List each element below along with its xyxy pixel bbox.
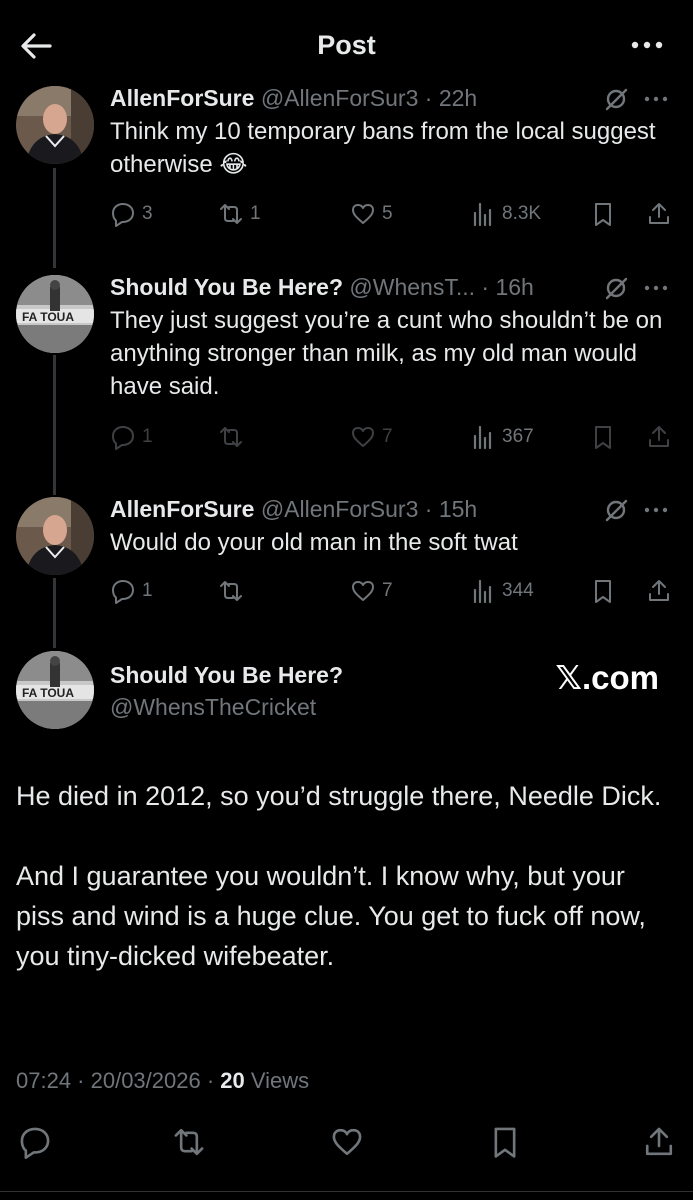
views-icon — [473, 202, 492, 227]
retweet-button[interactable] — [218, 576, 250, 606]
views-button[interactable]: 8.3K — [470, 199, 541, 229]
tweet-header: AllenForSure @AllenForSur3 · 15h — [110, 494, 477, 524]
bookmark-icon — [595, 426, 611, 449]
author-handle[interactable]: @AllenForSur3 — [261, 496, 419, 522]
tweet-text: They just suggest you’re a cunt who shou… — [110, 307, 663, 400]
main-tweet-text: He died in 2012, so you’d struggle there… — [16, 776, 679, 1016]
reply-icon[interactable] — [18, 1125, 52, 1159]
post-time: · 15h — [424, 496, 478, 522]
retweet-icon — [220, 581, 242, 601]
reply-count: 1 — [142, 426, 153, 447]
share-icon — [649, 426, 669, 447]
avatar[interactable] — [16, 497, 94, 575]
x-watermark: 𝕏.com — [555, 659, 659, 696]
tweet-header: Should You Be Here? @WhensT... · 16h — [110, 272, 534, 302]
share-button[interactable] — [646, 199, 672, 229]
heart-icon[interactable] — [330, 1125, 364, 1159]
heart-icon — [352, 204, 374, 224]
reply-button[interactable]: 1 — [110, 422, 153, 452]
post-time: · 16h — [481, 274, 534, 300]
share-icon — [649, 203, 669, 224]
tweet-text: Would do your old man in the soft twat — [110, 529, 518, 556]
author-handle[interactable]: @WhensT... — [349, 274, 475, 300]
reply-count: 3 — [142, 203, 153, 224]
page-title: Post — [317, 30, 376, 60]
top-bar: Post — [0, 0, 693, 90]
views-count: 8.3K — [502, 203, 542, 224]
post-time: · 22h — [424, 85, 478, 111]
retweet-count: 1 — [250, 203, 261, 224]
bookmark-button[interactable] — [590, 576, 616, 606]
like-count: 7 — [382, 426, 393, 447]
like-button[interactable]: 5 — [350, 199, 393, 229]
share-icon[interactable] — [642, 1125, 676, 1159]
like-button[interactable]: 7 — [350, 422, 393, 452]
retweet-button[interactable] — [218, 422, 250, 452]
bookmark-icon — [595, 580, 611, 603]
avatar[interactable]: FA TOUA — [16, 651, 94, 729]
like-count: 7 — [382, 580, 393, 601]
paragraph: And I guarantee you wouldn’t. I know why… — [16, 861, 646, 971]
reply-count: 1 — [142, 580, 153, 601]
like-count: 5 — [382, 203, 393, 224]
retweet-icon — [220, 204, 242, 224]
bookmark-icon[interactable] — [488, 1125, 522, 1159]
views-number: 20 — [220, 1068, 245, 1093]
like-button[interactable]: 7 — [350, 576, 393, 606]
svg-text:FA TOUA: FA TOUA — [22, 310, 74, 324]
tweet-text: Think my 10 temporary bans from the loca… — [110, 118, 656, 178]
reply-tweet[interactable]: FA TOUA Should You Be Here? @WhensT... ·… — [0, 272, 693, 457]
reply-icon — [112, 203, 134, 227]
grok-icon[interactable] — [603, 86, 629, 112]
views-icon — [473, 579, 492, 604]
author-name[interactable]: AllenForSure — [110, 496, 254, 522]
heart-icon — [352, 427, 374, 447]
timestamp-text: 07:24 · 20/03/2026 · — [16, 1068, 221, 1093]
author-name[interactable]: Should You Be Here? — [110, 662, 343, 689]
reply-icon — [112, 580, 134, 604]
views-icon — [473, 425, 492, 450]
divider — [0, 1191, 693, 1192]
bookmark-button[interactable] — [590, 199, 616, 229]
reply-button[interactable]: 3 — [110, 199, 153, 229]
share-button[interactable] — [646, 576, 672, 606]
views-button[interactable]: 367 — [470, 422, 534, 452]
paragraph: He died in 2012, so you’d struggle there… — [16, 781, 662, 811]
reply-icon — [112, 426, 134, 450]
views-button[interactable]: 344 — [470, 576, 534, 606]
grok-icon[interactable] — [603, 275, 629, 301]
author-name[interactable]: Should You Be Here? — [110, 274, 343, 300]
tweet-header: AllenForSure @AllenForSur3 · 22h — [110, 83, 477, 113]
reply-tweet[interactable]: AllenForSure @AllenForSur3 · 22h Think m… — [0, 83, 693, 243]
retweet-button[interactable]: 1 — [218, 199, 261, 229]
retweet-icon[interactable] — [172, 1125, 206, 1159]
author-handle[interactable]: @WhensTheCricket — [110, 694, 316, 721]
heart-icon — [352, 581, 374, 601]
views-label: Views — [244, 1068, 310, 1093]
author-handle[interactable]: @AllenForSur3 — [261, 85, 419, 111]
more-icon[interactable] — [641, 275, 671, 301]
reply-tweet[interactable]: AllenForSure @AllenForSur3 · 15h Would d… — [0, 494, 693, 614]
action-bar: 3 1 5 8.3K — [110, 199, 673, 229]
post-timestamp: 07:24 · 20/03/2026 · 20 Views — [16, 1068, 309, 1094]
retweet-icon — [220, 427, 242, 447]
views-count: 367 — [502, 426, 534, 447]
share-icon — [649, 580, 669, 601]
views-count: 344 — [502, 580, 534, 601]
grok-icon[interactable] — [603, 497, 629, 523]
avatar[interactable] — [16, 86, 94, 164]
more-options-icon[interactable] — [627, 30, 667, 60]
action-bar: 1 7 367 — [110, 422, 673, 452]
avatar[interactable]: FA TOUA — [16, 275, 94, 353]
share-button[interactable] — [646, 422, 672, 452]
more-icon[interactable] — [641, 86, 671, 112]
reply-button[interactable]: 1 — [110, 576, 153, 606]
more-icon[interactable] — [641, 497, 671, 523]
author-name[interactable]: AllenForSure — [110, 85, 254, 111]
bookmark-icon — [595, 203, 611, 226]
svg-text:FA TOUA: FA TOUA — [22, 686, 74, 700]
action-bar: 1 7 344 — [110, 576, 673, 606]
bookmark-button[interactable] — [590, 422, 616, 452]
main-action-bar — [0, 1125, 693, 1161]
